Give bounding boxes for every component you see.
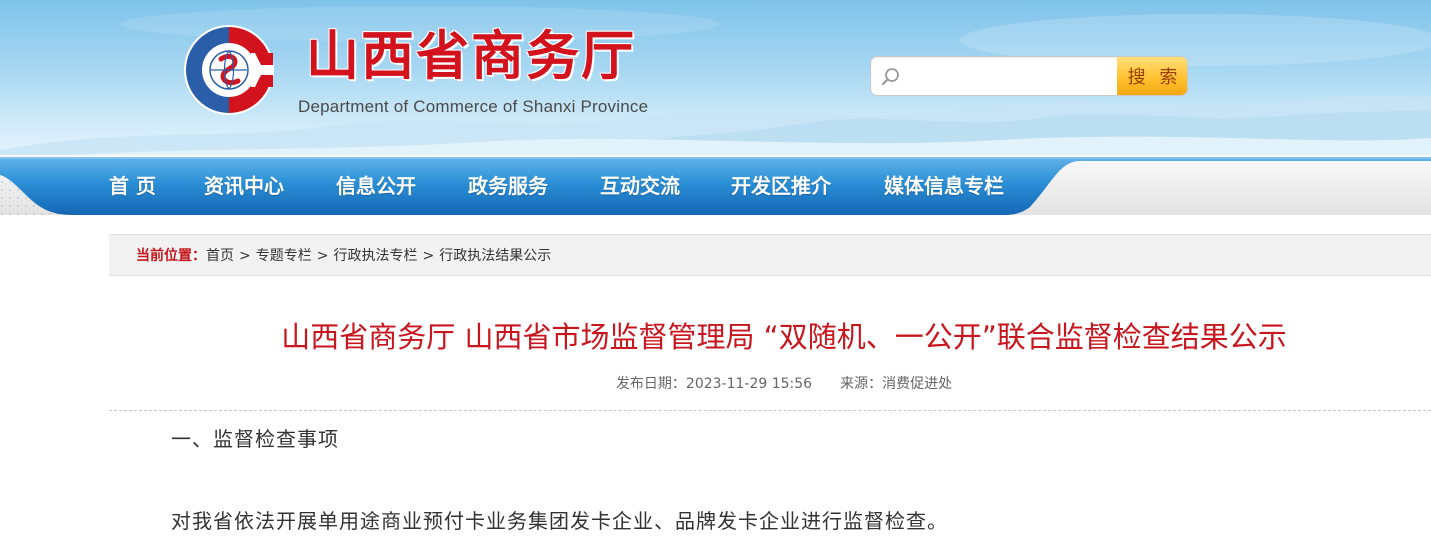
breadcrumb-separator: > <box>316 248 329 264</box>
nav-item-government-services[interactable]: 政务服务 <box>468 171 548 201</box>
breadcrumb-item-topics[interactable]: 专题专栏 <box>256 248 312 264</box>
article-paragraph: 对我省依法开展单用途商业预付卡业务集团发卡企业、品牌发卡企业进行监督检查。 <box>171 509 948 533</box>
site-header: 山西省商务厅 Department of Commerce of Shanxi … <box>0 0 1431 160</box>
article-meta: 发布日期：2023-11-29 15:56 来源：消费促进处 <box>109 372 1431 396</box>
breadcrumb-item-enforcement-column[interactable]: 行政执法专栏 <box>333 248 417 264</box>
nav-item-information-disclosure[interactable]: 信息公开 <box>336 171 416 201</box>
nav-item-development-zones[interactable]: 开发区推介 <box>731 171 831 201</box>
article-heading-1: 一、监督检查事项 <box>171 427 339 451</box>
breadcrumb-item-enforcement-results[interactable]: 行政执法结果公示 <box>439 248 551 264</box>
search-box: 搜 索 <box>870 56 1188 96</box>
search-input[interactable] <box>905 57 1117 95</box>
site-subtitle: Department of Commerce of Shanxi Provinc… <box>298 97 649 116</box>
breadcrumb-label: 当前位置： <box>136 248 206 264</box>
breadcrumb-separator: > <box>239 248 251 264</box>
search-button[interactable]: 搜 索 <box>1117 57 1187 95</box>
main-nav: 首 页 资讯中心 信息公开 政务服务 互动交流 开发区推介 媒体信息专栏 <box>0 155 1431 215</box>
article-title: 山西省商务厅 山西省市场监督管理局 “双随机、一公开”联合监督检查结果公示 <box>281 320 1287 354</box>
shanxi-commerce-logo-icon <box>184 25 274 115</box>
title-divider <box>109 410 1431 411</box>
breadcrumb-item-home[interactable]: 首页 <box>206 248 234 264</box>
nav-item-interaction[interactable]: 互动交流 <box>600 171 680 201</box>
article-source: 来源：消费促进处 <box>840 376 953 392</box>
search-icon <box>881 68 899 86</box>
breadcrumb: 当前位置：首页 > 专题专栏 > 行政执法专栏 > 行政执法结果公示 <box>109 234 1431 276</box>
site-title: 山西省商务厅 <box>306 26 636 87</box>
nav-item-media-column[interactable]: 媒体信息专栏 <box>884 171 1004 201</box>
breadcrumb-separator: > <box>422 248 435 264</box>
publish-date: 发布日期：2023-11-29 15:56 <box>615 376 813 392</box>
nav-item-home[interactable]: 首 页 <box>109 171 156 201</box>
nav-item-news-center[interactable]: 资讯中心 <box>204 171 284 201</box>
